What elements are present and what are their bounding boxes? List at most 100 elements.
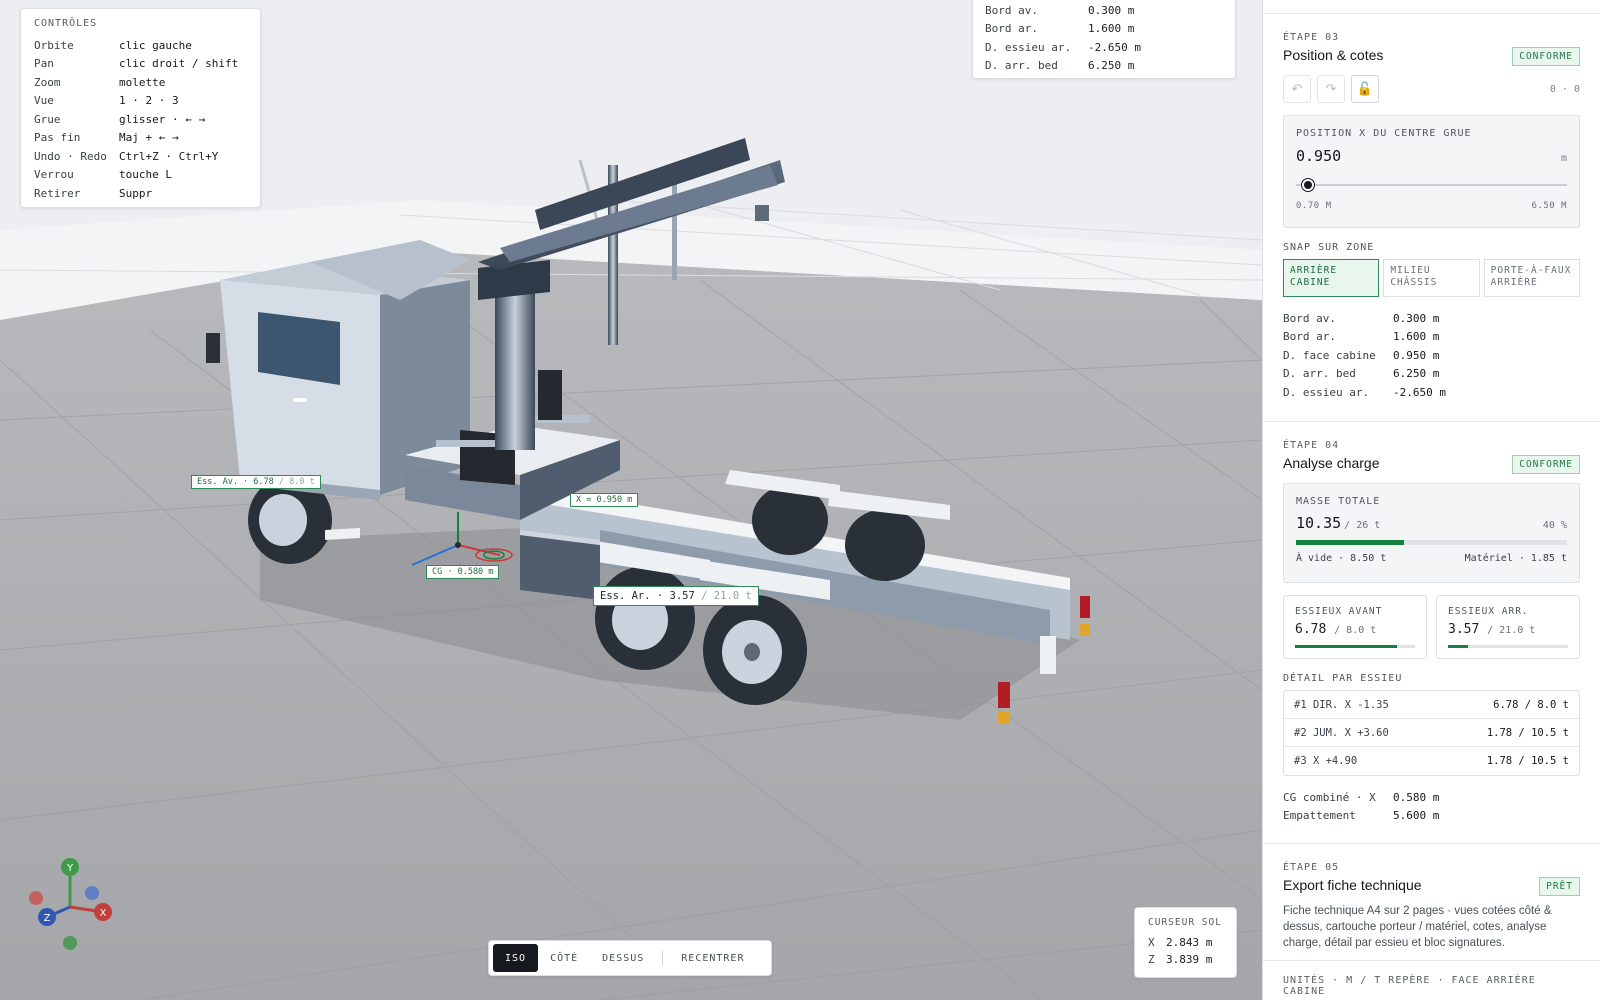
controls-row: Retirer Suppr: [34, 186, 153, 200]
status-badge: PRÊT: [1539, 877, 1580, 896]
position-slider[interactable]: [1296, 177, 1567, 193]
slider-max-label: 6.50 M: [1531, 201, 1567, 211]
cursor-title: CURSEUR SOL: [1148, 917, 1222, 928]
snap-chassis-mid-button[interactable]: MILIEU CHÂSSIS: [1383, 259, 1480, 297]
cg-tag: CG · 0.580 m: [426, 565, 500, 579]
x-position-tag: X = 0.950 m: [570, 493, 639, 507]
controls-row: Pan clic droit / shift: [34, 57, 239, 71]
controls-row: Pas fin Maj + ← →: [34, 131, 179, 145]
step-label: ÉTAPE 05: [1283, 862, 1340, 873]
snap-buttons: ARRIÈRE CABINE MILIEU CHÂSSIS PORTE-À-FAUX…: [1283, 259, 1580, 297]
crane-position-control: POSITION X DU CENTRE GRUE 0.950 m 0.70 M…: [1283, 115, 1580, 228]
step-title: Export fiche technique: [1283, 877, 1422, 893]
step-load-analysis-section: ÉTAPE 04 Analyse charge CONFORME MASSE T…: [1263, 422, 1600, 844]
table-row: #2 JUM. X +3.60 1.78 / 10.5 t: [1284, 719, 1579, 747]
mass-value: 10.35: [1296, 514, 1342, 532]
redo-icon[interactable]: ↷: [1317, 75, 1345, 103]
mass-label: MASSE TOTALE: [1296, 496, 1381, 507]
empty-mass: À vide · 8.50 t: [1296, 553, 1387, 564]
controls-row: Orbite clic gauche: [34, 38, 192, 52]
controls-row: Grue glisser · ← →: [34, 112, 206, 126]
rear-axle-fill: [1448, 645, 1469, 648]
view-side-button[interactable]: CÔTÉ: [538, 944, 590, 972]
front-axle-load-tag: Ess. Av. · 6.78 / 8.0 t: [191, 475, 321, 489]
rear-axle-load-tag: Ess. Ar. · 3.57 / 21.0 t: [593, 586, 759, 606]
recenter-button[interactable]: RECENTRER: [669, 944, 756, 972]
dimension-row: D. face cabine 0.950 m: [1283, 348, 1440, 362]
controls-legend: CONTRÔLES Orbite clic gauche Pan clic droi…: [20, 8, 261, 208]
controls-row: Undo · Redo Ctrl+Z · Ctrl+Y: [34, 149, 219, 163]
toolbar-divider: [662, 951, 664, 965]
snap-cab-rear-button[interactable]: ARRIÈRE CABINE: [1283, 259, 1380, 297]
mass-progress-fill: [1296, 540, 1405, 545]
table-row: #3 X +4.90 1.78 / 10.5 t: [1294, 755, 1569, 767]
undo-icon[interactable]: ↶: [1283, 75, 1311, 103]
snap-rear-overhang-button[interactable]: PORTE-À-FAUX ARRIÈRE: [1483, 259, 1580, 297]
slider-min-label: 0.70 M: [1296, 201, 1332, 211]
dimension-row: D. essieu ar. -2.650 m: [1283, 385, 1446, 399]
position-label: POSITION X DU CENTRE GRUE: [1296, 128, 1472, 139]
controls-row: Vue 1 · 2 · 3: [34, 94, 179, 108]
status-badge: CONFORME: [1512, 47, 1580, 66]
dim-row: D. arr. bed 6.250 m: [985, 59, 1135, 73]
front-axle-fill: [1295, 645, 1397, 648]
sidebar-top-edge: [1263, 0, 1600, 14]
axle-detail-label: DÉTAIL PAR ESSIEU: [1283, 673, 1403, 684]
front-axle-value: 6.78: [1295, 622, 1327, 637]
rear-axle-bar: [1448, 645, 1568, 648]
controls-row: Verrou touche L: [34, 168, 172, 182]
mass-percent: 40 %: [1542, 520, 1567, 531]
step-export-section: ÉTAPE 05 Export fiche technique PRÊT Fic…: [1263, 844, 1600, 961]
slider-track[interactable]: [1296, 184, 1567, 186]
load-summary-list: CG combiné · X 0.580 m Empattement 5.600 m: [1283, 788, 1580, 825]
lock-icon[interactable]: 🔓: [1351, 75, 1379, 103]
view-toolbar: ISO CÔTÉ DESSUS RECENTRER: [488, 940, 772, 976]
config-sidebar: ÉTAPE 03 Position & cotes CONFORME ↶ ↷ 🔓…: [1262, 0, 1600, 1000]
units-footer: UNITÉS · M / T REPÈRE · FACE ARRIÈRE CAB…: [1283, 975, 1536, 997]
view-iso-button[interactable]: ISO: [493, 944, 539, 972]
controls-row: Zoom molette: [34, 75, 166, 89]
summary-row: CG combiné · X 0.580 m: [1283, 790, 1440, 804]
dimensions-overlay: Bord av. 0.300 m Bord ar. 1.600 m D. essie…: [972, 0, 1236, 79]
history-toolbar: ↶ ↷ 🔓 0 · 0: [1283, 75, 1580, 103]
export-description: Fiche technique A4 sur 2 pages · vues co…: [1283, 905, 1552, 949]
dim-row: D. essieu ar. -2.650 m: [985, 40, 1141, 54]
crane-column: [495, 280, 535, 450]
axle-summary: ESSIEUX AVANT 6.78 / 8.0 t ESSIEUX ARR. …: [1283, 595, 1580, 659]
cursor-x-value: 2.843 m: [1166, 936, 1213, 949]
controls-title: CONTRÔLES: [34, 18, 98, 29]
dim-row: Bord ar. 1.600 m: [985, 22, 1135, 36]
mass-progress-bar: [1296, 540, 1567, 545]
status-badge: CONFORME: [1512, 455, 1580, 474]
mass-capacity: / 26 t: [1344, 520, 1381, 531]
dimension-row: Bord av. 0.300 m: [1283, 311, 1440, 325]
gizmo-x-label: X: [100, 908, 107, 919]
step-label: ÉTAPE 04: [1283, 440, 1340, 451]
gizmo-y-label: Y: [66, 863, 74, 874]
position-value: 0.950: [1296, 147, 1342, 165]
3d-viewport[interactable]: Y X Z CONTRÔLES Orbite clic gauche Pan cli…: [0, 0, 1262, 1000]
equipment-mass: Matériel · 1.85 t: [1464, 553, 1567, 564]
dimension-row: D. arr. bed 6.250 m: [1283, 367, 1440, 381]
step-label: ÉTAPE 03: [1283, 32, 1340, 43]
ground-cursor-readout: CURSEUR SOL X 2.843 m Z 3.839 m: [1134, 907, 1237, 978]
axle-detail-table: #1 DIR. X -1.35 6.78 / 8.0 t #2 JUM. X +3…: [1283, 690, 1580, 776]
truck-cab: [206, 240, 470, 500]
tail-light: [1080, 596, 1090, 618]
history-counter: 0 · 0: [1549, 83, 1580, 95]
summary-row: Empattement 5.600 m: [1283, 809, 1440, 823]
table-row: #1 DIR. X -1.35 6.78 / 8.0 t: [1284, 691, 1579, 719]
dim-row: Bord av. 0.300 m: [985, 3, 1135, 17]
front-axle-bar: [1295, 645, 1415, 648]
front-axle-card: ESSIEUX AVANT 6.78 / 8.0 t: [1283, 595, 1427, 659]
view-top-button[interactable]: DESSUS: [590, 944, 656, 972]
rear-axle-value: 3.57: [1448, 622, 1480, 637]
snap-label: SNAP SUR ZONE: [1283, 242, 1375, 253]
dimension-row: Bord ar. 1.600 m: [1283, 330, 1440, 344]
position-unit: m: [1560, 153, 1567, 164]
cursor-z-value: 3.839 m: [1166, 953, 1213, 966]
dimension-list: Bord av. 0.300 m Bord ar. 1.600 m D. face …: [1283, 309, 1580, 402]
step-position-section: ÉTAPE 03 Position & cotes CONFORME ↶ ↷ 🔓…: [1263, 14, 1600, 422]
total-mass-panel: MASSE TOTALE 10.35 / 26 t 40 % À vide · …: [1283, 483, 1580, 583]
slider-handle[interactable]: [1301, 179, 1314, 191]
